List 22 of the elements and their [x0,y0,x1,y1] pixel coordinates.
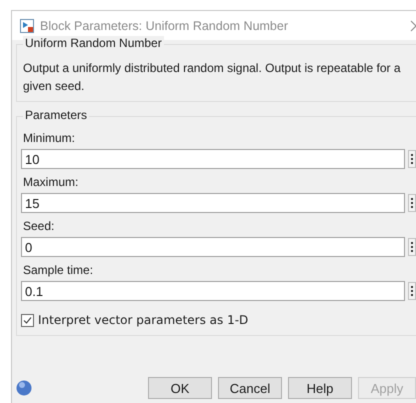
dialog-button[interactable]: OK [148,377,212,399]
dialog-button[interactable]: Cancel [218,377,282,399]
parameter-field[interactable]: 0 [21,237,405,257]
checkbox-label: Interpret vector parameters as 1-D [38,313,248,327]
more-options-button[interactable] [408,238,416,256]
field-label: Minimum: [23,131,76,145]
field-label: Sample time: [23,263,94,277]
more-options-button[interactable] [408,282,416,300]
more-options-button[interactable] [408,150,416,168]
group-title: Parameters [23,108,90,122]
field-label: Seed: [23,219,56,233]
group-title: Uniform Random Number [23,36,164,50]
parameter-field[interactable]: 10 [21,149,405,169]
help-icon[interactable] [16,380,32,396]
window-title: Block Parameters: Uniform Random Number [40,18,289,32]
block-icon [20,18,34,32]
parameter-field[interactable]: 15 [21,193,405,213]
dialog-button[interactable]: Help [288,377,352,399]
field-label: Maximum: [23,175,80,189]
more-options-button[interactable] [408,194,416,212]
parameter-field[interactable]: 0.1 [21,281,405,301]
checkbox[interactable] [21,314,34,326]
